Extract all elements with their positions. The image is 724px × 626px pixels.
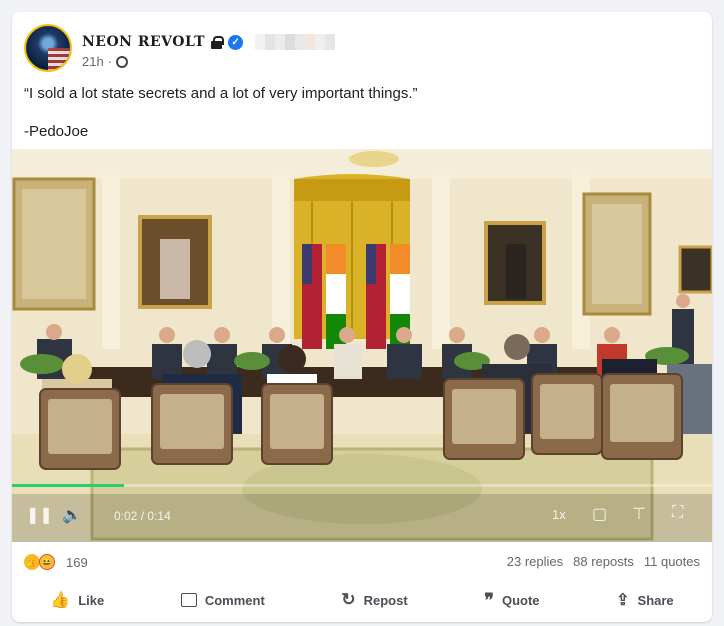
video-time-total: 0:14 — [147, 509, 171, 523]
video-player[interactable]: ❚❚ 🔈 0:02 / 0:14 1x ▢ ⊤ ⛶ — [12, 149, 712, 542]
quote-label: Quote — [501, 592, 540, 608]
video-time-current: 0:02 — [114, 509, 138, 523]
post-time[interactable]: 21h — [82, 54, 104, 69]
fullscreen-icon[interactable]: ⛶ — [672, 504, 683, 522]
meta-dot: · — [107, 54, 113, 69]
repost-button[interactable]: ↻ Repost — [341, 584, 407, 616]
share-icon: ⇪ — [616, 592, 630, 609]
video-time: 0:02 / 0:14 — [114, 509, 171, 523]
post-card: NEON REVOLT ✓ 21h · “I sold a lot state … — [12, 12, 712, 622]
comment-icon — [180, 593, 197, 607]
video-progress-fill — [12, 484, 124, 487]
quotes-count[interactable]: 11 quotes — [644, 554, 700, 569]
post-text-line: “I sold a lot state secrets and a lot of… — [24, 85, 418, 102]
video-time-separator: / — [140, 509, 145, 523]
video-progress-bar[interactable] — [12, 484, 712, 487]
pause-icon[interactable]: ❚❚ — [26, 505, 53, 525]
like-label: Like — [78, 592, 105, 608]
repost-label: Repost — [363, 592, 408, 608]
engagement-stats: 23 replies 88 reposts 11 quotes — [507, 554, 700, 569]
reaction-count: 169 — [66, 554, 88, 570]
quote-icon: ❞ — [484, 589, 494, 611]
post-text-signature: -PedoJoe — [24, 123, 89, 140]
comment-button[interactable]: Comment — [180, 584, 265, 616]
globe-icon — [116, 55, 129, 68]
post-stats: 👍 😆 169 23 replies 88 reposts 11 quotes — [12, 552, 712, 574]
share-button[interactable]: ⇪ Share — [616, 584, 674, 616]
redacted-handle — [255, 34, 336, 50]
captions-icon[interactable]: ⊤ — [632, 504, 646, 524]
flag-icon — [48, 48, 70, 70]
like-icon: 👍 — [50, 592, 71, 609]
reactions[interactable]: 👍 😆 169 — [24, 554, 88, 570]
verified-icon: ✓ — [228, 34, 244, 50]
like-reaction-icon: 👍 — [24, 554, 40, 570]
share-label: Share — [637, 592, 674, 608]
like-button[interactable]: 👍 Like — [50, 584, 104, 616]
author-row: NEON REVOLT ✓ — [82, 32, 336, 52]
quote-button[interactable]: ❞ Quote — [484, 584, 539, 616]
volume-icon[interactable]: 🔈 — [62, 505, 82, 525]
laugh-reaction-icon: 😆 — [39, 554, 55, 570]
reposts-count[interactable]: 88 reposts — [573, 554, 634, 569]
author-name[interactable]: NEON REVOLT — [82, 34, 205, 50]
playback-speed[interactable]: 1x — [552, 507, 566, 522]
action-bar: 👍 Like Comment ↻ Repost ❞ Quote ⇪ Share — [12, 584, 712, 616]
replies-count[interactable]: 23 replies — [507, 554, 563, 569]
author-avatar[interactable] — [24, 24, 72, 72]
lock-icon — [211, 35, 225, 49]
comment-label: Comment — [204, 592, 265, 608]
repost-icon: ↻ — [341, 590, 356, 609]
pip-icon[interactable]: ▢ — [592, 504, 607, 524]
post-meta: 21h · — [82, 54, 129, 69]
